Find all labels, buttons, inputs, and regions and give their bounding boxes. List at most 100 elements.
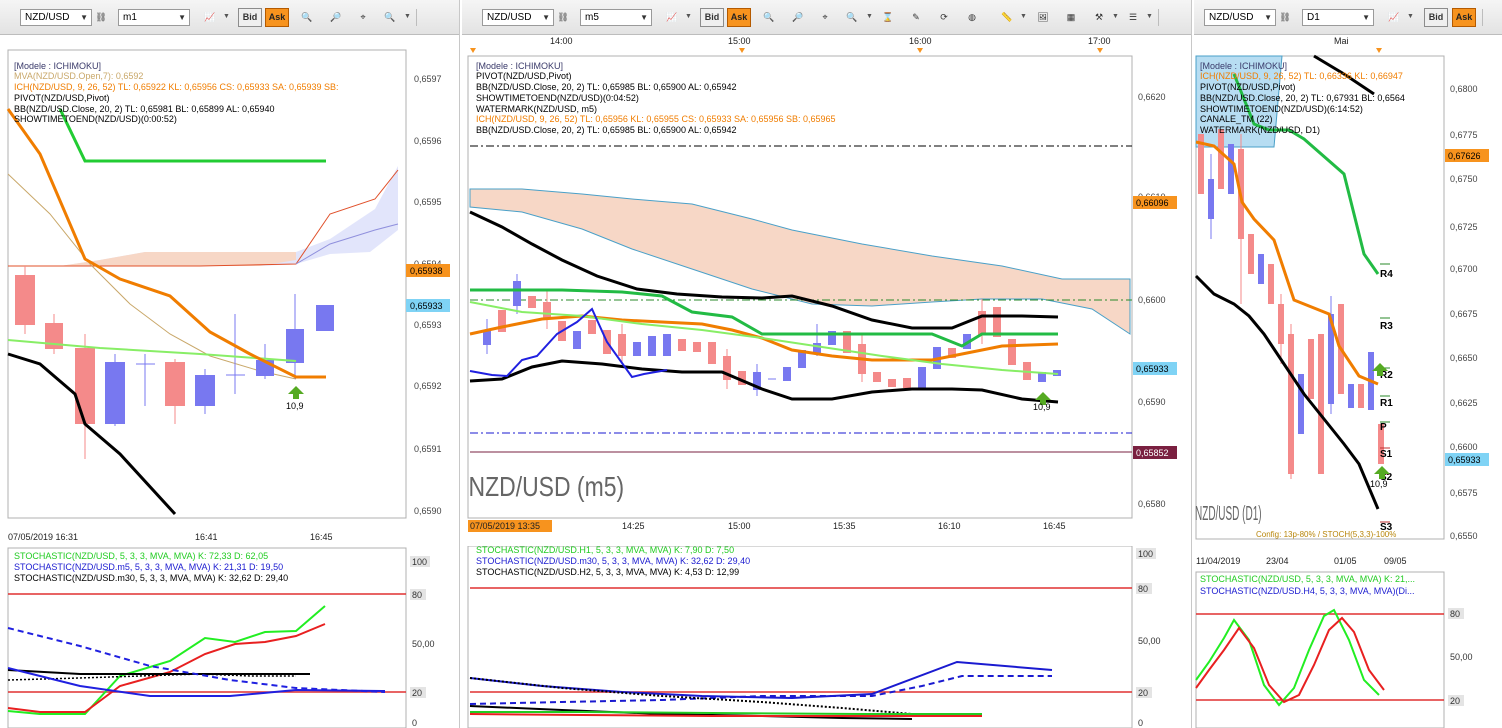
chevron-down-icon[interactable]: ▼ <box>866 13 873 20</box>
x-tick: 14:25 <box>622 521 645 531</box>
refresh-icon[interactable]: ⟳ <box>933 8 955 27</box>
ask-button[interactable]: Ask <box>265 8 289 27</box>
y-tick: 20 <box>1138 688 1148 698</box>
chevron-down-icon[interactable]: ▼ <box>1146 13 1153 20</box>
legend-line: SHOWTIMETOEND(NZD/USD)(0:00:52) <box>14 114 177 124</box>
sub-y-axis: 100 80 50,00 20 0 <box>410 556 435 728</box>
chevron-down-icon[interactable]: ▼ <box>404 13 411 20</box>
price-tag: 0,65852 <box>1136 448 1169 458</box>
y-tick: 0,6800 <box>1450 84 1478 94</box>
globe-icon[interactable]: ◍ <box>961 8 983 27</box>
x-tick: 16:10 <box>938 521 961 531</box>
x-tick: 15:00 <box>728 521 751 531</box>
zoom-in-icon[interactable]: 🔍 <box>758 8 780 27</box>
x-tick: 07/05/2019 13:35 <box>470 521 540 531</box>
ask-button[interactable]: Ask <box>727 8 751 27</box>
link-icon[interactable]: ⛓ <box>552 8 574 27</box>
chevron-down-icon[interactable]: ▼ <box>1020 13 1027 20</box>
image-icon[interactable]: 🖼 <box>1032 8 1054 27</box>
legend-line: BB(NZD/USD.Close, 20, 2) TL: 0,67931 BL:… <box>1200 93 1405 103</box>
magnifier-icon[interactable]: 🔍 <box>841 8 863 27</box>
symbol-select[interactable]: NZD/USD ▼ <box>20 9 92 26</box>
chart-type-icon[interactable]: 📈 <box>661 8 683 27</box>
ask-button[interactable]: Ask <box>1452 8 1476 27</box>
main-price-chart[interactable]: Mai NZD/USD (D1) R4 R3 R2 R1 P S1 S2 S3 … <box>1194 34 1502 545</box>
stochastic-subchart[interactable]: STOCHASTIC(NZD/USD, 5, 3, 3, MVA, MVA) K… <box>0 546 460 728</box>
toolbar-separator <box>1482 9 1483 26</box>
time-tick: 16:00 <box>909 36 932 46</box>
y-tick: 0,6750 <box>1450 174 1478 184</box>
sub-legend: STOCHASTIC(NZD/USD, 5, 3, 3, MVA, MVA) K… <box>14 551 288 583</box>
link-icon[interactable]: ⛓ <box>1274 8 1296 27</box>
stochastic-subchart[interactable]: STOCHASTIC(NZD/USD, 5, 3, 3, MVA, MVA) K… <box>1194 570 1502 728</box>
link-icon[interactable]: ⛓ <box>90 8 112 27</box>
legend-line: ICH(NZD/USD, 9, 26, 52) TL: 0,65956 KL: … <box>476 114 836 124</box>
legend-line: STOCHASTIC(NZD/USD, 5, 3, 3, MVA, MVA) K… <box>14 551 268 561</box>
crosshair-icon[interactable]: ⌖ <box>814 8 836 27</box>
legend-line: PIVOT(NZD/USD,Pivot) <box>1200 82 1296 92</box>
timeframe-select[interactable]: m5 ▼ <box>580 9 652 26</box>
y-tick: 0,6597 <box>414 74 442 84</box>
y-tick: 0,6596 <box>414 136 442 146</box>
zoom-out-icon[interactable]: 🔎 <box>787 8 809 27</box>
menu-icon[interactable]: ☰ <box>1122 8 1144 27</box>
chevron-down-icon[interactable]: ▼ <box>1407 13 1414 20</box>
y-tick: 0 <box>412 718 417 728</box>
legend-line: STOCHASTIC(NZD/USD.H4, 5, 3, 3, MVA, MVA… <box>1200 586 1415 596</box>
hourglass-icon[interactable]: ⌛ <box>877 8 899 27</box>
timeframe-value: m5 <box>585 12 599 23</box>
bid-button[interactable]: Bid <box>700 8 724 27</box>
top-time-axis: 14:00 15:00 16:00 17:00 <box>470 36 1111 53</box>
magnifier-icon[interactable]: 🔍 <box>379 8 401 27</box>
x-axis-strip: 11/04/2019 23/04 01/05 09/05 <box>1196 556 1407 566</box>
symbol-select[interactable]: NZD/USD ▼ <box>482 9 554 26</box>
zoom-in-icon[interactable]: 🔍 <box>296 8 318 27</box>
edit-icon[interactable]: ✎ <box>905 8 927 27</box>
legend-line: STOCHASTIC(NZD/USD.m5, 5, 3, 3, MVA, MVA… <box>14 562 283 572</box>
bid-button[interactable]: Bid <box>238 8 262 27</box>
x-axis: 07/05/2019 13:35 14:25 15:00 15:35 16:10… <box>468 520 1066 532</box>
main-price-chart[interactable]: 14:00 15:00 16:00 17:00 NZD/USD (m5) 10,… <box>462 34 1192 545</box>
timeframe-select[interactable]: m1 ▼ <box>118 9 190 26</box>
timeframe-select[interactable]: D1 ▼ <box>1302 9 1374 26</box>
x-tick: 15:35 <box>833 521 856 531</box>
pivot-label: R1 <box>1380 398 1393 409</box>
legend-line: BB(NZD/USD.Close, 20, 2) TL: 0,65981 BL:… <box>14 104 275 114</box>
legend-line: WATERMARK(NZD/USD, D1) <box>1200 125 1320 135</box>
chart-type-icon[interactable]: 📈 <box>1383 8 1405 27</box>
x-axis: 11/04/2019 23/04 01/05 09/05 <box>1196 556 1407 566</box>
legend-line: [Modele : ICHIMOKU] <box>14 61 101 71</box>
pivot-label: S1 <box>1380 449 1393 460</box>
crosshair-icon[interactable]: ⌖ <box>352 8 374 27</box>
chevron-down-icon[interactable]: ▼ <box>223 13 230 20</box>
symbol-select[interactable]: NZD/USD ▼ <box>1204 9 1276 26</box>
ruler-icon[interactable]: 📏 <box>996 8 1018 27</box>
y-tick: 0,6775 <box>1450 130 1478 140</box>
chevron-down-icon[interactable]: ▼ <box>685 13 692 20</box>
x-tick: 07/05/2019 16:31 <box>8 532 78 542</box>
y-tick: 80 <box>1138 584 1148 594</box>
y-tick: 0,6591 <box>414 444 442 454</box>
chevron-down-icon: ▼ <box>542 13 550 22</box>
chevron-down-icon[interactable]: ▼ <box>1112 13 1119 20</box>
sub-y-axis: 100 80 50,00 20 0 <box>1136 548 1161 728</box>
chart-type-icon[interactable]: 📈 <box>199 8 221 27</box>
main-price-chart[interactable]: 10,9 [Modele : ICHIMOKU] MVA(NZD/USD.Ope… <box>0 34 460 579</box>
price-tag: 0,65933 <box>410 301 443 311</box>
x-tick: 09/05 <box>1384 556 1407 566</box>
drawing-tools-icon[interactable]: ⚒ <box>1088 8 1110 27</box>
legend-line: MVA(NZD/USD.Open,7): 0,6592 <box>14 71 143 81</box>
sub-legend: STOCHASTIC(NZD/USD.H1, 5, 3, 3, MVA, MVA… <box>476 546 750 577</box>
zoom-out-icon[interactable]: 🔎 <box>325 8 347 27</box>
chevron-down-icon: ▼ <box>1362 13 1370 22</box>
y-tick: 0,6725 <box>1450 222 1478 232</box>
y-tick: 20 <box>1450 696 1460 706</box>
y-tick: 0,6590 <box>1138 397 1166 407</box>
legend-line: PIVOT(NZD/USD,Pivot) <box>476 71 572 81</box>
bid-button[interactable]: Bid <box>1424 8 1448 27</box>
stochastic-subchart[interactable]: STOCHASTIC(NZD/USD.H1, 5, 3, 3, MVA, MVA… <box>462 546 1192 728</box>
template-icon[interactable]: ▦ <box>1060 8 1082 27</box>
pivot-label: P <box>1380 422 1387 433</box>
legend-line: CANALE_TM (22) <box>1200 114 1273 124</box>
y-tick: 80 <box>412 590 422 600</box>
